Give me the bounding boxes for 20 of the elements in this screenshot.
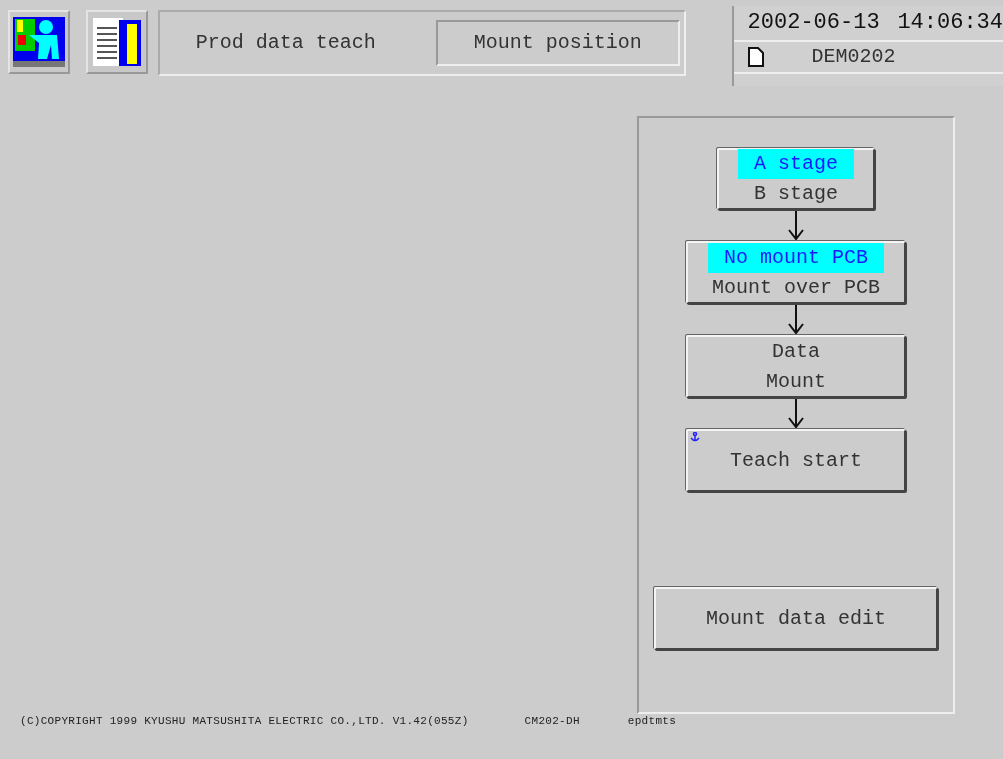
document-icon[interactable]	[85, 10, 148, 74]
file-icon	[747, 47, 764, 67]
teach-person-icon[interactable]	[8, 10, 70, 74]
file-name: DEM0202	[811, 44, 896, 70]
flow-button[interactable]: Data Mount	[686, 335, 906, 398]
mode-label: Mount position	[435, 20, 680, 66]
teach-start-button[interactable]: Teach start	[686, 429, 906, 492]
option-toggle[interactable]: A stage B stage	[717, 148, 875, 210]
copyright-text: (C)COPYRIGHT 1999 KYUSHU MATSUSHITA ELECTRIC CO.,LTD. V1.42(055Z)	[20, 714, 469, 729]
model-text: CM202-DH	[524, 714, 580, 729]
program-text: epdtmts	[627, 714, 677, 729]
option-toggle[interactable]: No mount PCB Mount over PCB	[686, 241, 906, 304]
flow-arrow	[788, 304, 804, 335]
date-text: 2002-06-13	[747, 9, 880, 37]
time-text: 14:06:34	[897, 9, 1003, 37]
screen-title: Prod data teach	[195, 30, 377, 56]
flow-arrow	[788, 398, 804, 429]
mount-data-edit-button[interactable]: Mount data edit	[654, 587, 938, 650]
flow-arrow	[788, 210, 804, 241]
anchor-icon	[690, 432, 700, 442]
